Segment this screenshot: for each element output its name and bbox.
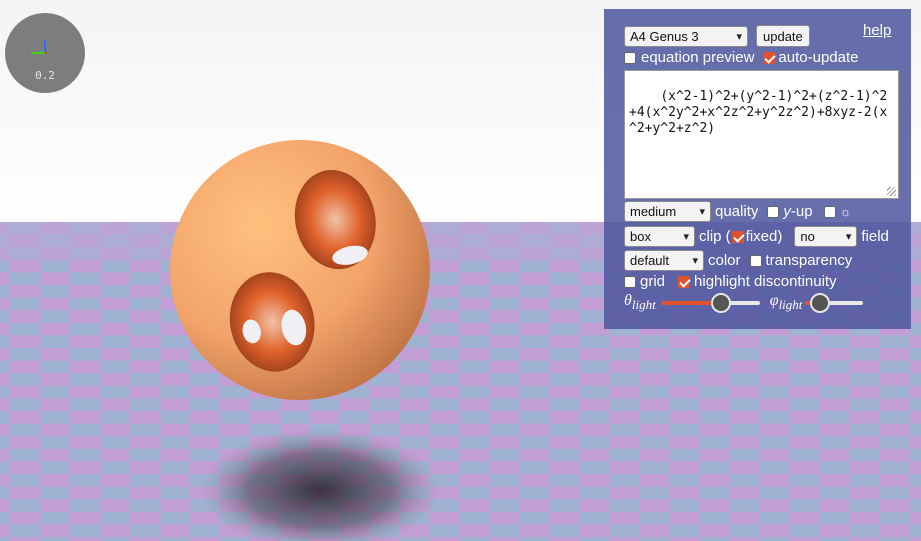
clip-select[interactable]: box ▾ — [624, 226, 695, 247]
chevron-down-icon: ▾ — [692, 255, 698, 267]
resize-grip-icon[interactable] — [887, 187, 896, 196]
y-up-label: y-up — [783, 203, 813, 220]
chevron-down-icon: ▾ — [845, 231, 852, 243]
equation-text: (x^2-1)^2+(y^2-1)^2+(z^2-1)^2+4(x^2y^2+x… — [629, 89, 888, 136]
color-select[interactable]: default ▾ — [624, 250, 704, 271]
phi-light-slider[interactable] — [805, 292, 864, 313]
clip-fixed-label: fixed) — [745, 228, 783, 245]
grid-label: grid — [640, 273, 666, 290]
chevron-down-icon: ▾ — [683, 231, 689, 243]
slider-handle[interactable] — [809, 292, 830, 313]
transparency-label: transparency — [765, 252, 853, 269]
equation-textarea[interactable]: (x^2-1)^2+(y^2-1)^2+(z^2-1)^2+4(x^2y^2+x… — [624, 70, 899, 199]
auto-update-checkbox[interactable] — [763, 51, 776, 64]
chevron-down-icon: ▾ — [736, 30, 742, 43]
quality-label: quality — [715, 203, 759, 220]
highlight-discontinuity-label: highlight discontinuity — [694, 273, 837, 290]
chevron-down-icon: ▾ — [699, 206, 705, 218]
y-up-checkbox[interactable] — [767, 205, 780, 218]
phi-light-label: φlight — [769, 292, 803, 313]
color-label: color — [708, 252, 741, 269]
quality-select[interactable]: medium ▾ — [624, 201, 711, 222]
update-button[interactable]: update — [756, 25, 810, 47]
axis-orientation-widget[interactable]: 0.2 — [5, 13, 85, 93]
sun-checkbox[interactable] — [823, 205, 836, 218]
slider-handle[interactable] — [710, 292, 731, 313]
theta-light-slider[interactable] — [661, 292, 760, 313]
preset-select[interactable]: A4 Genus 3 ▾ — [624, 25, 748, 47]
theta-light-label: θlight — [624, 292, 656, 313]
field-label: field — [861, 228, 889, 245]
equation-preview-label: equation preview — [641, 49, 755, 66]
help-link[interactable]: help — [863, 22, 891, 39]
axis-scale-value: 0.2 — [35, 69, 55, 82]
transparency-checkbox[interactable] — [749, 254, 762, 267]
grid-checkbox[interactable] — [624, 275, 636, 288]
auto-update-label: auto-update — [778, 49, 859, 66]
equation-preview-checkbox[interactable] — [624, 51, 636, 64]
control-panel: A4 Genus 3 ▾ update help equation preview… — [604, 9, 911, 329]
sun-icon: ☼ — [839, 204, 852, 219]
highlight-discontinuity-checkbox[interactable] — [678, 275, 691, 288]
clip-fixed-checkbox[interactable] — [731, 230, 744, 243]
clip-label: clip ( — [699, 228, 731, 245]
field-select[interactable]: no ▾ — [794, 226, 858, 247]
